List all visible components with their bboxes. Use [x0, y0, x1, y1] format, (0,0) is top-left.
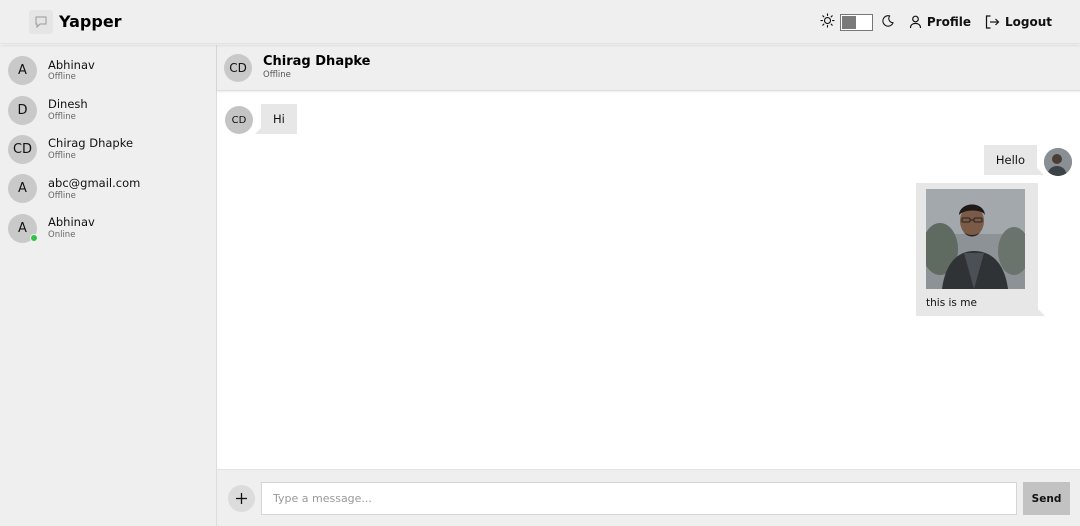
app-header: Yapper Profile Logout: [0, 0, 1080, 44]
outgoing-image-message: this is me: [916, 183, 1045, 316]
contacts-sidebar: A Abhinav Offline D Dinesh Offline CD Ch…: [0, 45, 217, 526]
contact-initials: A: [18, 220, 27, 236]
contact-avatar: A: [8, 174, 37, 204]
message-input[interactable]: [261, 482, 1017, 515]
contact-status: Offline: [48, 190, 76, 201]
send-button[interactable]: Send: [1023, 482, 1070, 515]
contact-name: Dinesh: [48, 97, 88, 112]
contact-avatar: A: [8, 213, 38, 243]
chat-partner-avatar: CD: [224, 53, 252, 82]
contact-item[interactable]: A Abhinav Offline: [0, 51, 216, 90]
header-actions: Profile Logout: [820, 0, 1052, 44]
contact-avatar: CD: [8, 134, 37, 164]
plus-icon: [236, 493, 247, 504]
chat-partner-name: Chirag Dhapke: [263, 53, 371, 69]
contact-avatar: D: [8, 95, 37, 125]
attach-button[interactable]: [228, 485, 255, 512]
logout-icon: [985, 15, 1000, 29]
profile-label: Profile: [926, 15, 971, 29]
contact-item[interactable]: A abc@gmail.com Offline: [0, 169, 216, 208]
incoming-message: CD Hi: [225, 104, 297, 134]
chat-partner-status: Offline: [263, 69, 291, 80]
self-avatar: [1044, 148, 1072, 176]
logout-label: Logout: [1004, 15, 1052, 29]
contact-name: Chirag Dhapke: [48, 136, 134, 151]
contact-status: Offline: [48, 151, 76, 162]
shared-photo[interactable]: [926, 189, 1025, 289]
message-bubble: Hi: [255, 104, 297, 134]
logout-button[interactable]: Logout: [985, 15, 1052, 29]
outgoing-message-bubble: Hello: [983, 145, 1045, 175]
online-indicator: [30, 233, 38, 242]
contact-name: abc@gmail.com: [48, 175, 141, 190]
message-list: CD Hi Hello this is me: [217, 91, 1080, 469]
chat-header: CD Chirag Dhapke Offline: [217, 45, 1080, 91]
app-title: Yapper: [59, 12, 122, 31]
image-caption: this is me: [926, 297, 977, 309]
theme-toggle-knob: [841, 15, 856, 29]
contact-name: Abhinav: [48, 57, 95, 72]
sun-icon: [820, 12, 835, 32]
message-composer: Send: [217, 469, 1080, 526]
moon-icon: [881, 13, 895, 32]
contact-avatar: A: [8, 56, 37, 86]
contact-status: Offline: [48, 111, 76, 122]
profile-button[interactable]: Profile: [909, 15, 971, 29]
contact-item[interactable]: A Abhinav Online: [0, 209, 216, 248]
sender-avatar: CD: [225, 106, 253, 134]
user-icon: [909, 15, 921, 29]
theme-toggle[interactable]: [839, 13, 873, 31]
chat-bubble-icon: [29, 9, 53, 34]
contact-status: Online: [48, 229, 76, 240]
contact-item[interactable]: CD Chirag Dhapke Offline: [0, 130, 216, 169]
contact-item[interactable]: D Dinesh Offline: [0, 90, 216, 129]
contact-name: Abhinav: [48, 215, 95, 230]
contact-status: Offline: [48, 72, 76, 83]
